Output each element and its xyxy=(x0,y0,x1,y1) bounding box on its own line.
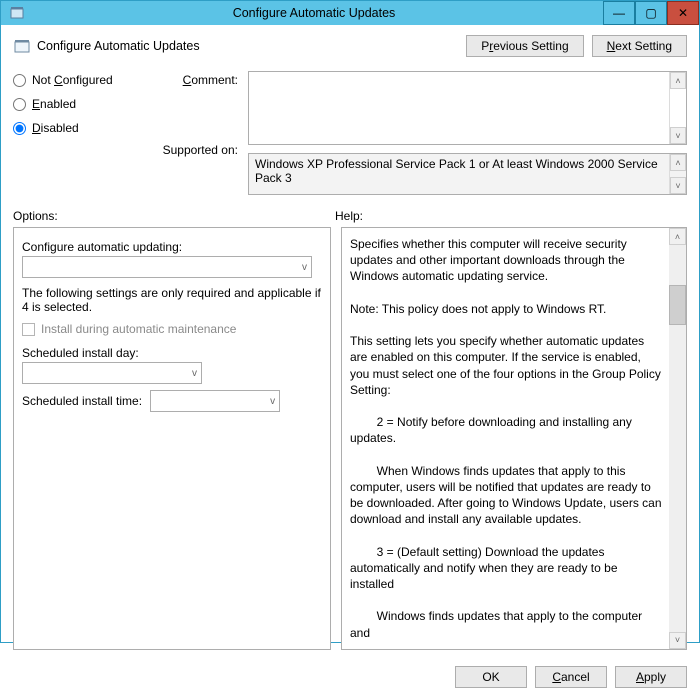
supported-scrollbar[interactable]: ˄ ˅ xyxy=(669,154,686,194)
minimize-icon: — xyxy=(613,6,625,20)
content-area: Configure Automatic Updates Previous Set… xyxy=(1,25,699,658)
next-setting-button[interactable]: Next Setting xyxy=(592,35,687,57)
pane-labels: Options: Help: xyxy=(13,209,687,223)
radio-enabled[interactable]: Enabled xyxy=(13,97,148,111)
close-button[interactable]: ✕ xyxy=(667,1,699,25)
radio-not-configured[interactable]: Not Configured xyxy=(13,73,148,87)
scheduled-day-label: Scheduled install day: xyxy=(22,346,322,360)
radio-not-configured-input[interactable] xyxy=(13,74,26,87)
chevron-down-icon: v xyxy=(270,396,275,407)
supported-label: Supported on: xyxy=(158,143,238,157)
panes: Configure automatic updating: v The foll… xyxy=(13,227,687,650)
install-maintenance-label: Install during automatic maintenance xyxy=(41,322,236,336)
ok-button[interactable]: OK xyxy=(455,666,527,688)
nav-buttons: Previous Setting Next Setting xyxy=(466,35,687,57)
state-radios: Not Configured Enabled Disabled xyxy=(13,71,148,195)
scheduled-time-combo[interactable]: v xyxy=(150,390,280,412)
chevron-up-icon: ˄ xyxy=(675,232,680,242)
policy-item-icon xyxy=(13,37,31,55)
previous-setting-button[interactable]: Previous Setting xyxy=(466,35,583,57)
options-note: The following settings are only required… xyxy=(22,286,322,314)
minimize-button[interactable]: — xyxy=(603,1,635,25)
scroll-down-button[interactable]: ˅ xyxy=(670,177,686,194)
chevron-down-icon: v xyxy=(302,262,307,273)
chevron-up-icon: ˄ xyxy=(675,76,680,86)
configure-updating-label: Configure automatic updating: xyxy=(22,240,322,254)
maximize-button[interactable]: ▢ xyxy=(635,1,667,25)
scroll-up-button[interactable]: ˄ xyxy=(669,228,686,245)
radio-disabled[interactable]: Disabled xyxy=(13,121,148,135)
scheduled-time-row: Scheduled install time: v xyxy=(22,390,322,412)
close-icon: ✕ xyxy=(678,6,688,20)
dialog-window: Configure Automatic Updates — ▢ ✕ Config… xyxy=(0,0,700,643)
chevron-down-icon: ˅ xyxy=(675,635,680,645)
comment-scrollbar[interactable]: ˄ ˅ xyxy=(669,72,686,144)
scroll-up-button[interactable]: ˄ xyxy=(670,154,686,171)
help-scrollbar[interactable]: ˄ ˅ xyxy=(669,228,686,649)
comment-textarea[interactable]: ˄ ˅ xyxy=(248,71,687,145)
checkbox-box[interactable] xyxy=(22,323,35,336)
scrollbar-thumb[interactable] xyxy=(669,285,686,325)
state-row: Not Configured Enabled Disabled Comment:… xyxy=(13,71,687,195)
options-pane: Configure automatic updating: v The foll… xyxy=(13,227,331,650)
chevron-down-icon: ˅ xyxy=(675,131,680,141)
install-maintenance-checkbox[interactable]: Install during automatic maintenance xyxy=(22,322,322,336)
radio-disabled-input[interactable] xyxy=(13,122,26,135)
header-row: Configure Automatic Updates Previous Set… xyxy=(13,35,687,57)
comment-label: Comment: xyxy=(158,73,238,87)
scroll-up-button[interactable]: ˄ xyxy=(670,72,686,89)
dialog-footer: OK Cancel Apply xyxy=(1,658,699,698)
chevron-down-icon: v xyxy=(192,368,197,379)
chevron-up-icon: ˄ xyxy=(675,158,680,168)
supported-on-text: Windows XP Professional Service Pack 1 o… xyxy=(255,157,658,185)
help-pane: Specifies whether this computer will rec… xyxy=(341,227,687,650)
configure-updating-combo[interactable]: v xyxy=(22,256,312,278)
radio-enabled-input[interactable] xyxy=(13,98,26,111)
cancel-button[interactable]: Cancel xyxy=(535,666,607,688)
help-text: Specifies whether this computer will rec… xyxy=(350,236,662,641)
scheduled-day-combo[interactable]: v xyxy=(22,362,202,384)
scroll-down-button[interactable]: ˅ xyxy=(669,632,686,649)
scheduled-time-label: Scheduled install time: xyxy=(22,394,142,408)
window-title: Configure Automatic Updates xyxy=(25,6,603,20)
policy-icon xyxy=(9,5,25,21)
scroll-down-button[interactable]: ˅ xyxy=(670,127,686,144)
window-controls: — ▢ ✕ xyxy=(603,1,699,25)
apply-button[interactable]: Apply xyxy=(615,666,687,688)
policy-title: Configure Automatic Updates xyxy=(37,39,466,53)
chevron-down-icon: ˅ xyxy=(675,181,680,191)
options-label: Options: xyxy=(13,209,335,223)
titlebar[interactable]: Configure Automatic Updates — ▢ ✕ xyxy=(1,1,699,25)
field-labels: Comment: Supported on: xyxy=(158,71,238,195)
field-values: ˄ ˅ Windows XP Professional Service Pack… xyxy=(248,71,687,195)
supported-on-box: Windows XP Professional Service Pack 1 o… xyxy=(248,153,687,195)
maximize-icon: ▢ xyxy=(645,6,656,20)
help-label: Help: xyxy=(335,209,363,223)
